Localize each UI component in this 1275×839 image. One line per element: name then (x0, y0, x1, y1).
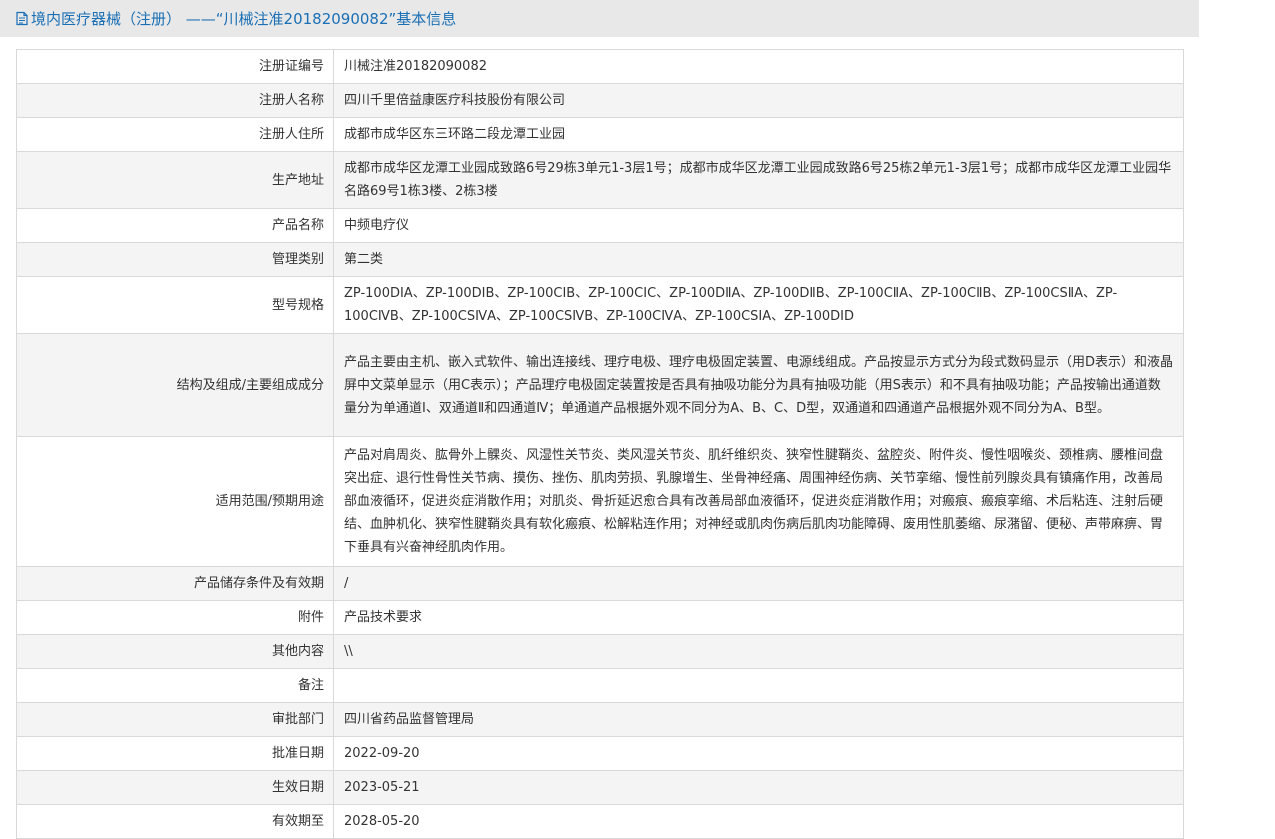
table-row-remarks: 备注 (16, 668, 1184, 703)
info-table-wrapper: 注册证编号 川械注准20182090082 注册人名称 四川千里倍益康医疗科技股… (16, 49, 1184, 839)
table-row-attachments: 附件 产品技术要求 (16, 600, 1184, 635)
row-label: 生效日期 (16, 770, 334, 805)
row-value: 2022-09-20 (333, 736, 1184, 771)
row-label: 产品名称 (16, 208, 334, 243)
document-icon (15, 11, 29, 26)
row-value: 川械注准20182090082 (333, 49, 1184, 84)
table-row-model-spec: 型号规格 ZP-100DⅠA、ZP-100DⅠB、ZP-100CⅠB、ZP-10… (16, 276, 1184, 334)
row-value: 2028-05-20 (333, 804, 1184, 839)
row-label: 适用范围/预期用途 (16, 436, 334, 567)
row-label: 批准日期 (16, 736, 334, 771)
table-row-product-name: 产品名称 中频电疗仪 (16, 208, 1184, 243)
row-label: 注册人住所 (16, 117, 334, 152)
row-value: 第二类 (333, 242, 1184, 277)
row-value: 产品对肩周炎、肱骨外上髁炎、风湿性关节炎、类风湿关节炎、肌纤维织炎、狭窄性腱鞘炎… (333, 436, 1184, 567)
row-label: 注册人名称 (16, 83, 334, 118)
info-table: 注册证编号 川械注准20182090082 注册人名称 四川千里倍益康医疗科技股… (16, 49, 1184, 839)
table-row-intended-use: 适用范围/预期用途 产品对肩周炎、肱骨外上髁炎、风湿性关节炎、类风湿关节炎、肌纤… (16, 436, 1184, 567)
row-value: 产品主要由主机、嵌入式软件、输出连接线、理疗电极、理疗电极固定装置、电源线组成。… (333, 333, 1184, 437)
row-value: \\ (333, 634, 1184, 669)
row-value: 成都市成华区东三环路二段龙潭工业园 (333, 117, 1184, 152)
row-label: 附件 (16, 600, 334, 635)
table-row-registrant-name: 注册人名称 四川千里倍益康医疗科技股份有限公司 (16, 83, 1184, 118)
row-value: / (333, 566, 1184, 601)
page-title-bar: 境内医疗器械（注册） ——“川械注准20182090082”基本信息 (0, 0, 1199, 37)
table-row-registrant-address: 注册人住所 成都市成华区东三环路二段龙潭工业园 (16, 117, 1184, 152)
table-row-structure-composition: 结构及组成/主要组成成分 产品主要由主机、嵌入式软件、输出连接线、理疗电极、理疗… (16, 333, 1184, 437)
row-label: 产品储存条件及有效期 (16, 566, 334, 601)
table-row-storage-conditions: 产品储存条件及有效期 / (16, 566, 1184, 601)
table-row-management-class: 管理类别 第二类 (16, 242, 1184, 277)
row-value (333, 668, 1184, 703)
table-row-other-content: 其他内容 \\ (16, 634, 1184, 669)
table-row-effective-date: 生效日期 2023-05-21 (16, 770, 1184, 805)
row-value: 四川千里倍益康医疗科技股份有限公司 (333, 83, 1184, 118)
row-label: 有效期至 (16, 804, 334, 839)
table-row-production-address: 生产地址 成都市成华区龙潭工业园成致路6号29栋3单元1-3层1号；成都市成华区… (16, 151, 1184, 209)
row-label: 审批部门 (16, 702, 334, 737)
row-value: 产品技术要求 (333, 600, 1184, 635)
row-value: 2023-05-21 (333, 770, 1184, 805)
row-label: 其他内容 (16, 634, 334, 669)
table-row-approval-date: 批准日期 2022-09-20 (16, 736, 1184, 771)
table-row-registration-number: 注册证编号 川械注准20182090082 (16, 49, 1184, 84)
row-value: 四川省药品监督管理局 (333, 702, 1184, 737)
table-row-valid-until: 有效期至 2028-05-20 (16, 804, 1184, 839)
row-label: 型号规格 (16, 276, 334, 334)
row-label: 备注 (16, 668, 334, 703)
detail-panel: 境内医疗器械（注册） ——“川械注准20182090082”基本信息 注册证编号… (0, 0, 1199, 839)
row-label: 注册证编号 (16, 49, 334, 84)
page-title: 境内医疗器械（注册） ——“川械注准20182090082”基本信息 (31, 10, 457, 28)
row-value: 成都市成华区龙潭工业园成致路6号29栋3单元1-3层1号；成都市成华区龙潭工业园… (333, 151, 1184, 209)
table-row-approval-department: 审批部门 四川省药品监督管理局 (16, 702, 1184, 737)
row-label: 结构及组成/主要组成成分 (16, 333, 334, 437)
row-label: 生产地址 (16, 151, 334, 209)
row-value: 中频电疗仪 (333, 208, 1184, 243)
row-value: ZP-100DⅠA、ZP-100DⅠB、ZP-100CⅠB、ZP-100CⅠC、… (333, 276, 1184, 334)
row-label: 管理类别 (16, 242, 334, 277)
